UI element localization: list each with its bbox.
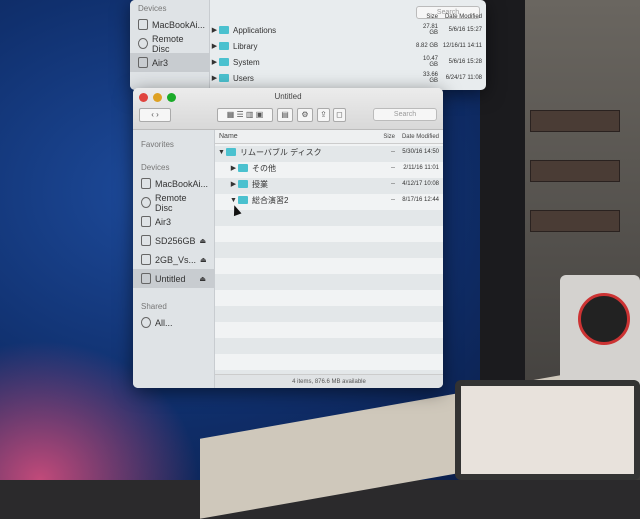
- sidebar-item-untitled[interactable]: Untitled ⏏: [133, 269, 214, 288]
- name-column-header[interactable]: Name: [219, 133, 238, 140]
- disc-icon: [138, 38, 148, 49]
- tags-button[interactable]: ◻: [333, 108, 346, 122]
- disclosure-triangle-icon[interactable]: ▶: [229, 180, 238, 188]
- date-column-header[interactable]: Date Modified: [438, 14, 486, 20]
- devices-header: Devices: [141, 163, 170, 172]
- gear-icon[interactable]: ⚙: [297, 108, 313, 122]
- drive-icon: [141, 235, 151, 246]
- file-list[interactable]: Name Size Date Modified ▼ リムーバブル ディスク -- 5/30…: [215, 130, 443, 374]
- date-column-header[interactable]: Date Modified: [395, 134, 443, 140]
- sidebar-item-shared-all[interactable]: All...: [133, 313, 214, 332]
- arrange-button[interactable]: ▤: [277, 108, 293, 122]
- folder-icon: [219, 74, 229, 82]
- view-mode-buttons[interactable]: ▦ ☰ ▥ ▣: [217, 108, 273, 122]
- sidebar-item-sd256gb[interactable]: SD256GB ⏏: [133, 231, 214, 250]
- drive-icon: [141, 254, 151, 265]
- sidebar-item-remote-disc[interactable]: Remote Disc: [133, 193, 214, 213]
- list-row[interactable]: ▶ System 10.47 GB 5/6/16 15:28: [210, 54, 486, 70]
- list-row[interactable]: ▶ Library 8.82 GB 12/16/11 14:11: [210, 38, 486, 54]
- disclosure-triangle-icon[interactable]: ▶: [210, 42, 219, 50]
- shelf: [530, 210, 620, 232]
- disclosure-triangle-icon[interactable]: ▼: [229, 197, 238, 204]
- status-bar: 4 items, 876.6 MB available: [215, 374, 443, 388]
- share-button[interactable]: ⇪: [317, 108, 330, 122]
- shelf: [530, 160, 620, 182]
- folder-icon: [238, 164, 248, 172]
- toolbar: Untitled ‹ › ▦ ☰ ▥ ▣ ▤ ⚙ ⇪ ◻ Search: [133, 88, 443, 130]
- folder-icon: [219, 26, 229, 34]
- sidebar-item-air3[interactable]: Air3: [130, 53, 209, 72]
- eject-icon[interactable]: ⏏: [200, 256, 207, 264]
- network-icon: [141, 317, 151, 328]
- sidebar-item-macbook[interactable]: MacBookAi...: [133, 174, 214, 193]
- folder-icon: [238, 180, 248, 188]
- laptop-icon: [141, 178, 151, 189]
- drive-icon: [138, 57, 148, 68]
- shelf: [530, 110, 620, 132]
- disclosure-triangle-icon[interactable]: ▶: [210, 26, 219, 34]
- folder-icon: [219, 58, 229, 66]
- back-forward-buttons[interactable]: ‹ ›: [139, 108, 171, 122]
- search-input[interactable]: Search: [373, 108, 437, 121]
- sidebar-item-remote-disc[interactable]: Remote Disc: [130, 34, 209, 54]
- sidebar-item-air3[interactable]: Air3: [133, 212, 214, 231]
- laptop-icon: [138, 19, 148, 30]
- finder-window[interactable]: Untitled ‹ › ▦ ☰ ▥ ▣ ▤ ⚙ ⇪ ◻ Search Favo…: [133, 88, 443, 388]
- disclosure-triangle-icon[interactable]: ▶: [210, 58, 219, 66]
- eject-icon[interactable]: ⏏: [200, 237, 207, 245]
- sticker-logo: [578, 293, 630, 345]
- folder-icon: [238, 196, 248, 204]
- list-row[interactable]: ▶ その他 -- 2/11/16 11:01: [215, 160, 443, 176]
- laptop-screen: [455, 380, 640, 480]
- favorites-header: Favorites: [141, 140, 174, 149]
- disc-icon: [141, 197, 151, 208]
- list-row[interactable]: ▼ 総合演習2 -- 8/17/16 12:44: [215, 192, 443, 208]
- disclosure-triangle-icon[interactable]: ▶: [210, 74, 219, 82]
- disclosure-triangle-icon[interactable]: ▼: [217, 149, 226, 156]
- finder-window-back[interactable]: Devices MacBookAi... Remote Disc Air3 Se…: [130, 0, 486, 90]
- devices-header: Devices: [138, 4, 167, 13]
- sidebar-item-macbook[interactable]: MacBookAi...: [130, 15, 209, 34]
- drive-icon: [141, 273, 151, 284]
- list-row[interactable]: ▶ Users 33.66 GB 6/24/17 11:08: [210, 70, 486, 86]
- size-column-header[interactable]: Size: [373, 134, 395, 140]
- eject-icon[interactable]: ⏏: [199, 275, 206, 283]
- folder-icon: [226, 148, 236, 156]
- disclosure-triangle-icon[interactable]: ▶: [229, 164, 238, 172]
- drive-icon: [141, 216, 151, 227]
- shared-header: Shared: [141, 302, 167, 311]
- size-column-header[interactable]: Size: [416, 14, 438, 20]
- window-title: Untitled: [274, 92, 302, 101]
- list-row[interactable]: ▶ Applications 27.81 GB 5/6/16 15:27: [210, 22, 486, 38]
- list-row[interactable]: ▶ 授業 -- 4/12/17 10:08: [215, 176, 443, 192]
- list-row[interactable]: ▼ リムーバブル ディスク -- 5/30/16 14:50: [215, 144, 443, 160]
- sidebar-item-2gb[interactable]: 2GB_Vs... ⏏: [133, 250, 214, 269]
- folder-icon: [219, 42, 229, 50]
